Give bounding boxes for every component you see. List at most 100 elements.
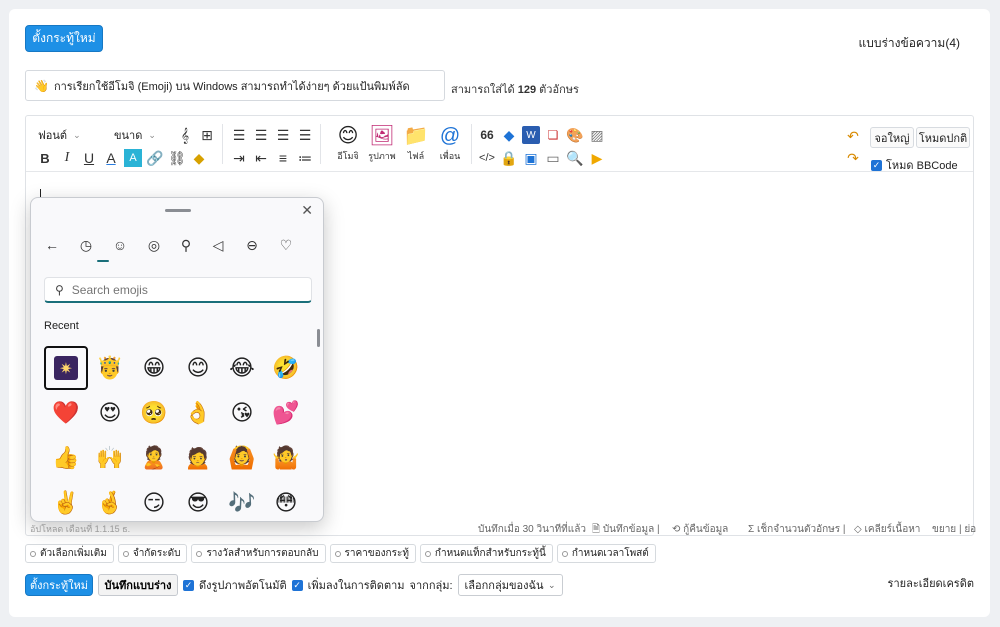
scrollbar-thumb[interactable] bbox=[317, 329, 320, 347]
emoji-item[interactable]: 😊 bbox=[176, 346, 220, 390]
emoji-item[interactable]: 😳 bbox=[264, 481, 308, 521]
save-draft-button[interactable]: บันทึกแบบร่าง bbox=[98, 574, 178, 596]
count-chars-link[interactable]: Σ เช็กจำนวนตัวอักษร | bbox=[748, 522, 846, 537]
back-arrow-icon[interactable]: ← bbox=[41, 234, 63, 256]
new-topic-submit-button[interactable]: ตั้งกระทู้ใหม่ bbox=[25, 574, 93, 596]
align-center-icon[interactable]: ☰ bbox=[252, 125, 270, 145]
search-icon[interactable]: 🔍 bbox=[566, 149, 584, 167]
follow-checkbox[interactable]: ✓ bbox=[291, 579, 303, 591]
italic-icon[interactable]: I bbox=[58, 149, 76, 167]
highlight-color-icon[interactable]: A bbox=[124, 149, 142, 167]
drag-handle[interactable] bbox=[165, 209, 191, 212]
embed-icon[interactable]: ▭ bbox=[544, 149, 562, 167]
link-icon[interactable]: 🔗 bbox=[146, 149, 164, 167]
align-right-icon[interactable]: ☰ bbox=[274, 125, 292, 145]
copy-icon[interactable]: ❏ bbox=[544, 126, 562, 144]
smiley-icon[interactable]: ☺ bbox=[109, 234, 131, 256]
auto-image-checkbox[interactable]: ✓ bbox=[183, 579, 194, 591]
undo-icon[interactable]: ↶ bbox=[844, 127, 862, 145]
heart-icon[interactable]: ♡ bbox=[275, 234, 297, 256]
drafts-link[interactable]: แบบร่างข้อความ(4) bbox=[858, 34, 960, 53]
emoji-item[interactable]: 😏 bbox=[132, 481, 176, 521]
outdent-icon[interactable]: ⇤ bbox=[252, 149, 270, 167]
new-topic-button[interactable]: ตั้งกระทู้ใหม่ bbox=[25, 25, 103, 52]
redo-icon[interactable]: ↷ bbox=[844, 149, 862, 167]
emoji-item[interactable]: 🥺 bbox=[132, 391, 176, 435]
bullet-list-icon[interactable]: ≔ bbox=[296, 149, 314, 167]
eraser-icon[interactable]: ◆ bbox=[190, 149, 208, 167]
align-left-icon[interactable]: ☰ bbox=[230, 125, 248, 145]
chip-schedule-post[interactable]: กำหนดเวลาโพสต์ bbox=[556, 544, 656, 563]
text-color-icon[interactable]: A bbox=[102, 149, 120, 167]
emoji-item[interactable]: 🤴 bbox=[88, 346, 132, 390]
emoji-item[interactable]: 🎶 bbox=[220, 481, 264, 521]
emoji-item[interactable]: 🙍 bbox=[176, 436, 220, 480]
emoji-item[interactable]: ✌️ bbox=[44, 481, 88, 521]
fullscreen-button[interactable]: จอใหญ่ bbox=[870, 127, 914, 148]
chip-topic-tags[interactable]: กำหนดแท็กสำหรับกระทู้นี้ bbox=[419, 544, 553, 563]
numbered-list-icon[interactable]: ≡ bbox=[274, 149, 292, 167]
media-play-icon[interactable]: ▶ bbox=[588, 149, 606, 167]
emoji-item[interactable]: ❤️ bbox=[44, 391, 88, 435]
gallery-icon[interactable]: ▣ bbox=[522, 149, 540, 167]
emoji-item[interactable]: 🙆 bbox=[220, 436, 264, 480]
emoji-search-input[interactable] bbox=[71, 282, 272, 297]
format-icon[interactable]: 𝄞 bbox=[176, 125, 194, 145]
emoji-item[interactable]: 💕 bbox=[264, 391, 308, 435]
chip-more-options[interactable]: ตัวเลือกเพิ่มเติม bbox=[25, 544, 114, 563]
credit-details-link[interactable]: รายละเอียดเครดิต bbox=[888, 574, 974, 592]
emoji-search-box[interactable]: ⚲ bbox=[44, 277, 312, 303]
count-chars-label: เช็กจำนวนตัวอักษร | bbox=[756, 524, 846, 535]
save-data-link[interactable]: 🗎 บันทึกข้อมูล | bbox=[592, 522, 660, 539]
bold-icon[interactable]: B bbox=[36, 149, 54, 167]
emoji-item[interactable]: 👍 bbox=[44, 436, 88, 480]
normal-mode-button[interactable]: โหมดปกติ bbox=[916, 127, 970, 148]
friend-button[interactable]: @ เพื่อน bbox=[434, 124, 466, 168]
emoji-item[interactable]: 😁 bbox=[132, 346, 176, 390]
bookmark-icon[interactable]: ◆ bbox=[500, 126, 518, 144]
emoji-item[interactable]: 🤷 bbox=[264, 436, 308, 480]
close-icon[interactable]: ✕ bbox=[301, 202, 313, 219]
emoji-item[interactable]: 😘 bbox=[220, 391, 264, 435]
face-sticker-icon[interactable]: ◎ bbox=[143, 234, 165, 256]
palette-icon[interactable]: 🎨 bbox=[566, 126, 584, 144]
indent-icon[interactable]: ⇥ bbox=[230, 149, 248, 167]
emoji-item[interactable]: 🤞 bbox=[88, 481, 132, 521]
restore-data-link[interactable]: ⟲ กู้คืนข้อมูล bbox=[672, 522, 728, 537]
underline-icon[interactable]: U bbox=[80, 149, 98, 167]
emoji-item[interactable]: 😎 bbox=[176, 481, 220, 521]
emoji-item[interactable]: 🙌 bbox=[88, 436, 132, 480]
recent-clock-icon[interactable]: ◷ bbox=[75, 234, 97, 256]
file-button[interactable]: 📁 ไฟล์ bbox=[400, 124, 432, 168]
emoji-glyph: ❤️ bbox=[52, 400, 80, 426]
group-select[interactable]: เลือกกลุ่มของฉัน ⌄ bbox=[457, 574, 563, 596]
pizza-icon[interactable]: ◁ bbox=[207, 234, 229, 256]
align-justify-icon[interactable]: ☰ bbox=[296, 125, 314, 145]
table-icon[interactable]: ⊞ bbox=[198, 125, 216, 145]
font-select[interactable]: ฟอนต์ ⌄ bbox=[38, 125, 106, 145]
emoji-item[interactable]: ✷ bbox=[44, 346, 88, 390]
kaomoji-icon[interactable]: ⚲ bbox=[175, 234, 197, 256]
word-icon[interactable]: W bbox=[522, 126, 540, 144]
emoji-item[interactable]: 👌 bbox=[176, 391, 220, 435]
emoji-item[interactable]: 😂 bbox=[220, 346, 264, 390]
chip-reply-reward[interactable]: รางวัลสำหรับการตอบกลับ bbox=[191, 544, 326, 563]
topic-title-input[interactable]: 👋 การเรียกใช้อีโมจิ (Emoji) บน Windows ส… bbox=[25, 70, 445, 101]
emoji-item[interactable]: 😍 bbox=[88, 391, 132, 435]
image-button[interactable]: 🖼 รูปภาพ bbox=[366, 124, 398, 168]
emoji-button[interactable]: 😊 อีโมจิ bbox=[332, 124, 364, 168]
code-icon[interactable]: </> bbox=[478, 149, 496, 167]
emoji-item[interactable]: 🤣 bbox=[264, 346, 308, 390]
pattern-icon[interactable]: ▨ bbox=[588, 126, 606, 144]
expand-collapse-link[interactable]: ขยาย | ย่อ bbox=[932, 522, 976, 537]
chip-restrict-level[interactable]: จำกัดระดับ bbox=[117, 544, 188, 563]
emoji-item[interactable]: 🙎 bbox=[132, 436, 176, 480]
car-icon[interactable]: ⊖ bbox=[241, 234, 263, 256]
clear-content-link[interactable]: ◇ เคลียร์เนื้อหา bbox=[854, 522, 920, 537]
bbcode-toggle[interactable]: ✓ โหมด BBCode bbox=[871, 156, 958, 174]
quote-icon[interactable]: 66 bbox=[478, 126, 496, 144]
unlink-icon[interactable]: ⛓ bbox=[168, 149, 186, 167]
lock-icon[interactable]: 🔒 bbox=[500, 149, 518, 167]
size-select[interactable]: ขนาด ⌄ bbox=[114, 125, 170, 145]
chip-topic-price[interactable]: ราคาของกระทู้ bbox=[329, 544, 416, 563]
